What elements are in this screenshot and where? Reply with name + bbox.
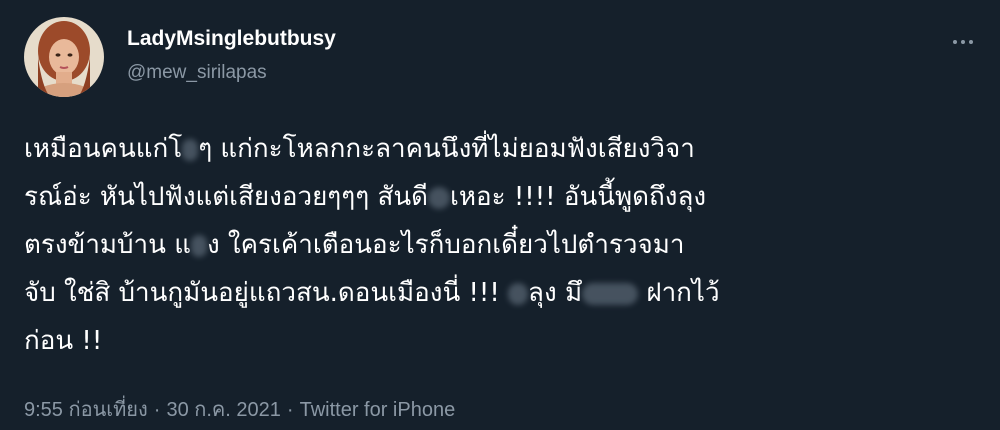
tweet-time[interactable]: 9:55 ก่อนเที่ยง [24, 399, 148, 421]
censored-blur [182, 138, 199, 161]
tweet-line: ก่อน !! [24, 326, 103, 356]
tweet-text: เหมือนคนแก่โๆ แก่กะโหลกกะลาคนนึงที่ไม่ยอ… [24, 125, 974, 365]
censored-blur [582, 282, 639, 305]
censored-blur [190, 234, 207, 257]
display-name[interactable]: LadyMsinglebutbusy [127, 27, 336, 51]
censored-blur [508, 282, 529, 305]
censored-blur [428, 186, 450, 209]
avatar-photo [24, 17, 104, 97]
tweet-source[interactable]: Twitter for iPhone [300, 399, 456, 421]
tweet-line: เหมือนคนแก่โๆ แก่กะโหลกกะลาคนนึงที่ไม่ยอ… [24, 134, 695, 164]
meta-separator: · [286, 399, 294, 421]
more-options-icon[interactable] [943, 22, 983, 62]
more-dot [953, 40, 957, 44]
tweet-line: รณ์อ่ะ หันไปฟังแต่เสียงอวยๆๆๆ สันดี เหอะ … [24, 182, 707, 212]
user-handle[interactable]: @mew_sirilapas [127, 62, 267, 84]
tweet-line: ตรงข้ามบ้าน แง ใครเค้าเตือนอะไรก็บอกเดี๋… [24, 230, 685, 260]
more-dot [961, 40, 965, 44]
meta-separator: · [153, 399, 161, 421]
tweet-meta: 9:55 ก่อนเที่ยง · 30 ก.ค. 2021 · Twitter for… [24, 393, 455, 425]
tweet-line: จับ ใช่สิ บ้านกูมันอยู่แถวสน.ดอนเมืองนี่… [24, 278, 720, 308]
avatar[interactable] [24, 17, 104, 97]
tweet-card: LadyMsinglebutbusy @mew_sirilapas เหมือน… [0, 0, 1000, 430]
tweet-date[interactable]: 30 ก.ค. 2021 [166, 399, 280, 421]
more-dot [969, 40, 973, 44]
